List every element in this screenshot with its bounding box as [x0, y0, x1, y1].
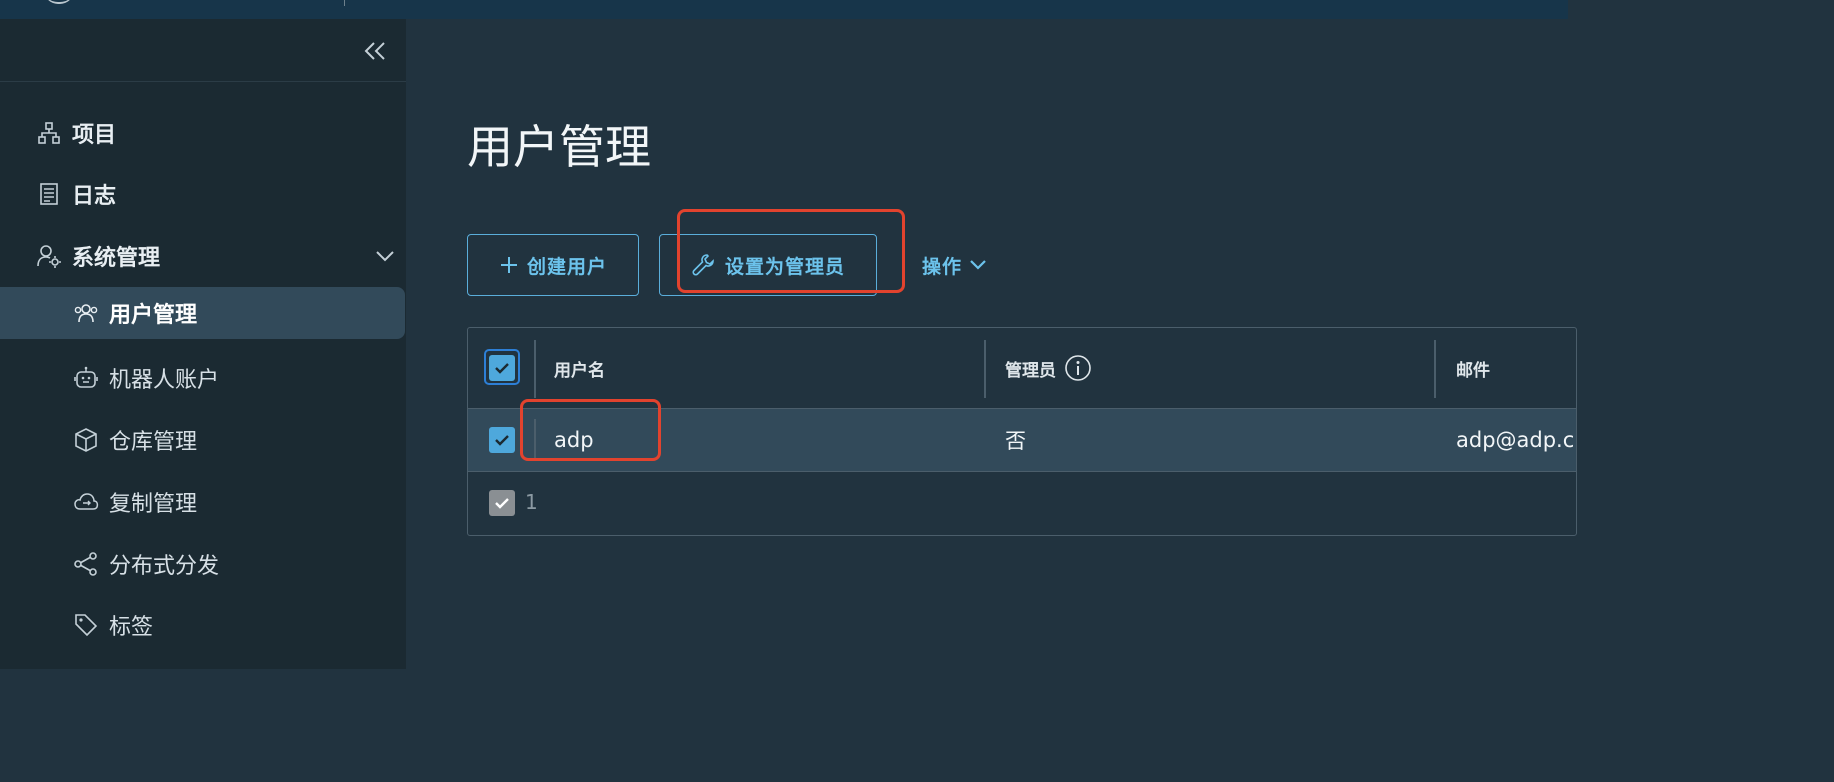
collapse-sidebar-icon[interactable] — [360, 37, 390, 65]
column-header-admin-label: 管理员 — [1005, 360, 1056, 381]
user-gear-icon — [36, 243, 62, 269]
table-header: 用户名 管理员 邮件 — [468, 328, 1576, 408]
cell-admin: 否 — [1005, 429, 1026, 453]
column-separator[interactable] — [984, 340, 986, 398]
column-header-admin[interactable]: 管理员 — [1005, 328, 1092, 408]
column-separator[interactable] — [1434, 340, 1436, 398]
sidebar: 项目 日志 系统管理 用户管理 机器人账户 仓库管理 复制管理 分布式分发 标签 — [0, 19, 406, 669]
highlight-box-username — [520, 399, 661, 461]
chevron-down-icon[interactable] — [374, 245, 396, 267]
info-icon[interactable] — [1064, 354, 1092, 382]
column-header-email[interactable]: 邮件 — [1456, 328, 1490, 408]
sidebar-item-label: 机器人账户 — [109, 368, 220, 393]
selected-count: 1 — [525, 490, 538, 514]
tag-icon — [73, 612, 99, 638]
select-all-checkbox[interactable] — [489, 355, 515, 381]
sidebar-item-label: 项目 — [72, 123, 117, 148]
actions-dropdown[interactable]: 操作 — [922, 249, 988, 281]
sidebar-item-label: 分布式分发 — [109, 554, 220, 579]
sidebar-item-robot-accounts[interactable]: 机器人账户 — [73, 352, 403, 404]
sidebar-item-replication[interactable]: 复制管理 — [73, 476, 403, 528]
robot-icon — [73, 365, 99, 391]
sidebar-item-labels[interactable]: 标签 — [73, 599, 403, 651]
project-icon — [36, 120, 62, 146]
chevron-down-icon — [968, 255, 988, 275]
log-icon — [36, 181, 62, 207]
column-header-username[interactable]: 用户名 — [554, 328, 605, 408]
plus-icon — [499, 255, 519, 275]
main-content: 用户管理 创建用户 设置为管理员 操作 用户名 管理员 邮件 adp 否 adp… — [406, 19, 1577, 669]
sidebar-divider — [0, 81, 406, 82]
sidebar-item-system-admin[interactable]: 系统管理 — [36, 230, 396, 282]
create-user-label: 创建用户 — [526, 255, 607, 278]
share-icon — [73, 551, 99, 577]
logo[interactable] — [44, 0, 74, 4]
cloud-sync-icon — [73, 489, 99, 515]
sidebar-item-label: 系统管理 — [72, 246, 161, 271]
sidebar-item-repo-management[interactable]: 仓库管理 — [73, 414, 403, 466]
row-checkbox[interactable] — [489, 427, 515, 453]
create-user-button[interactable]: 创建用户 — [467, 234, 639, 296]
header-divider — [344, 0, 345, 6]
highlight-box-admin-button — [677, 209, 905, 293]
sidebar-item-distribution[interactable]: 分布式分发 — [73, 538, 403, 590]
sidebar-item-label: 用户管理 — [109, 303, 198, 328]
sidebar-item-label: 仓库管理 — [109, 430, 198, 455]
users-icon — [73, 300, 99, 326]
cell-email: adp@adp.c — [1456, 428, 1575, 452]
page-title: 用户管理 — [467, 120, 651, 174]
sidebar-item-user-management[interactable]: 用户管理 — [0, 287, 405, 339]
table-footer: 1 — [468, 472, 1576, 535]
cube-icon — [73, 427, 99, 453]
sidebar-item-projects[interactable]: 项目 — [36, 107, 396, 159]
sidebar-item-label: 日志 — [72, 184, 117, 209]
sidebar-item-logs[interactable]: 日志 — [36, 168, 396, 220]
footer-selection-checkbox — [489, 490, 515, 516]
sidebar-item-label: 标签 — [109, 615, 154, 640]
column-separator[interactable] — [534, 340, 536, 398]
actions-label: 操作 — [922, 255, 963, 278]
sidebar-item-label: 复制管理 — [109, 492, 198, 517]
top-header-bar — [0, 0, 1568, 19]
